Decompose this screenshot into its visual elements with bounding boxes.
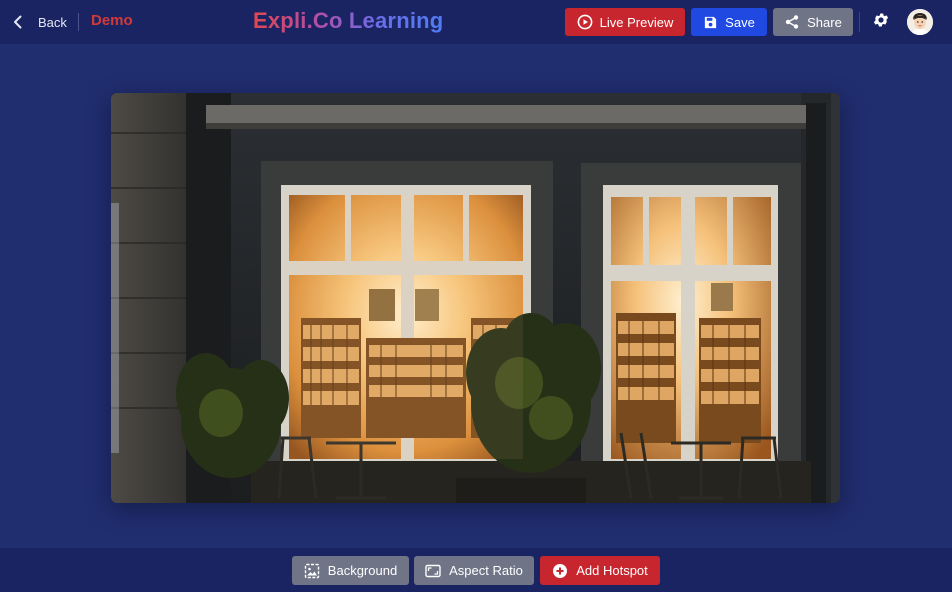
aspect-ratio-label: Aspect Ratio <box>449 563 523 578</box>
add-hotspot-button[interactable]: Add Hotspot <box>540 556 660 585</box>
live-preview-button[interactable]: Live Preview <box>565 8 685 36</box>
image-icon <box>304 563 319 578</box>
storefront-photo <box>111 93 840 503</box>
plus-circle-icon <box>553 563 568 578</box>
app-title: Expli.Co Learning <box>253 8 444 33</box>
background-button[interactable]: Background <box>292 556 409 585</box>
aspect-ratio-icon <box>425 564 441 577</box>
save-label: Save <box>725 14 755 30</box>
header-divider <box>78 13 79 31</box>
aspect-ratio-button[interactable]: Aspect Ratio <box>414 556 534 585</box>
bottom-toolbar: Background Aspect Ratio Add Hotspot <box>0 548 952 592</box>
floppy-disk-icon <box>705 16 717 28</box>
share-icon <box>785 15 799 29</box>
add-hotspot-label: Add Hotspot <box>576 563 648 578</box>
top-bar: Back Demo Expli.Co Learning Live Preview… <box>0 0 952 44</box>
gear-icon[interactable] <box>872 11 890 29</box>
share-button[interactable]: Share <box>773 8 853 36</box>
project-name[interactable]: Demo <box>91 12 133 29</box>
back-button[interactable]: Back <box>10 10 67 34</box>
back-label: Back <box>38 14 67 30</box>
avatar-image <box>907 9 933 35</box>
header-divider-right <box>859 12 860 32</box>
live-preview-label: Live Preview <box>599 14 674 30</box>
share-label: Share <box>807 14 842 30</box>
background-image[interactable] <box>111 93 840 503</box>
save-button[interactable]: Save <box>691 8 767 36</box>
chevron-left-icon <box>14 15 22 29</box>
background-label: Background <box>327 563 398 578</box>
user-avatar[interactable] <box>907 9 933 35</box>
play-circle-icon <box>577 14 593 30</box>
